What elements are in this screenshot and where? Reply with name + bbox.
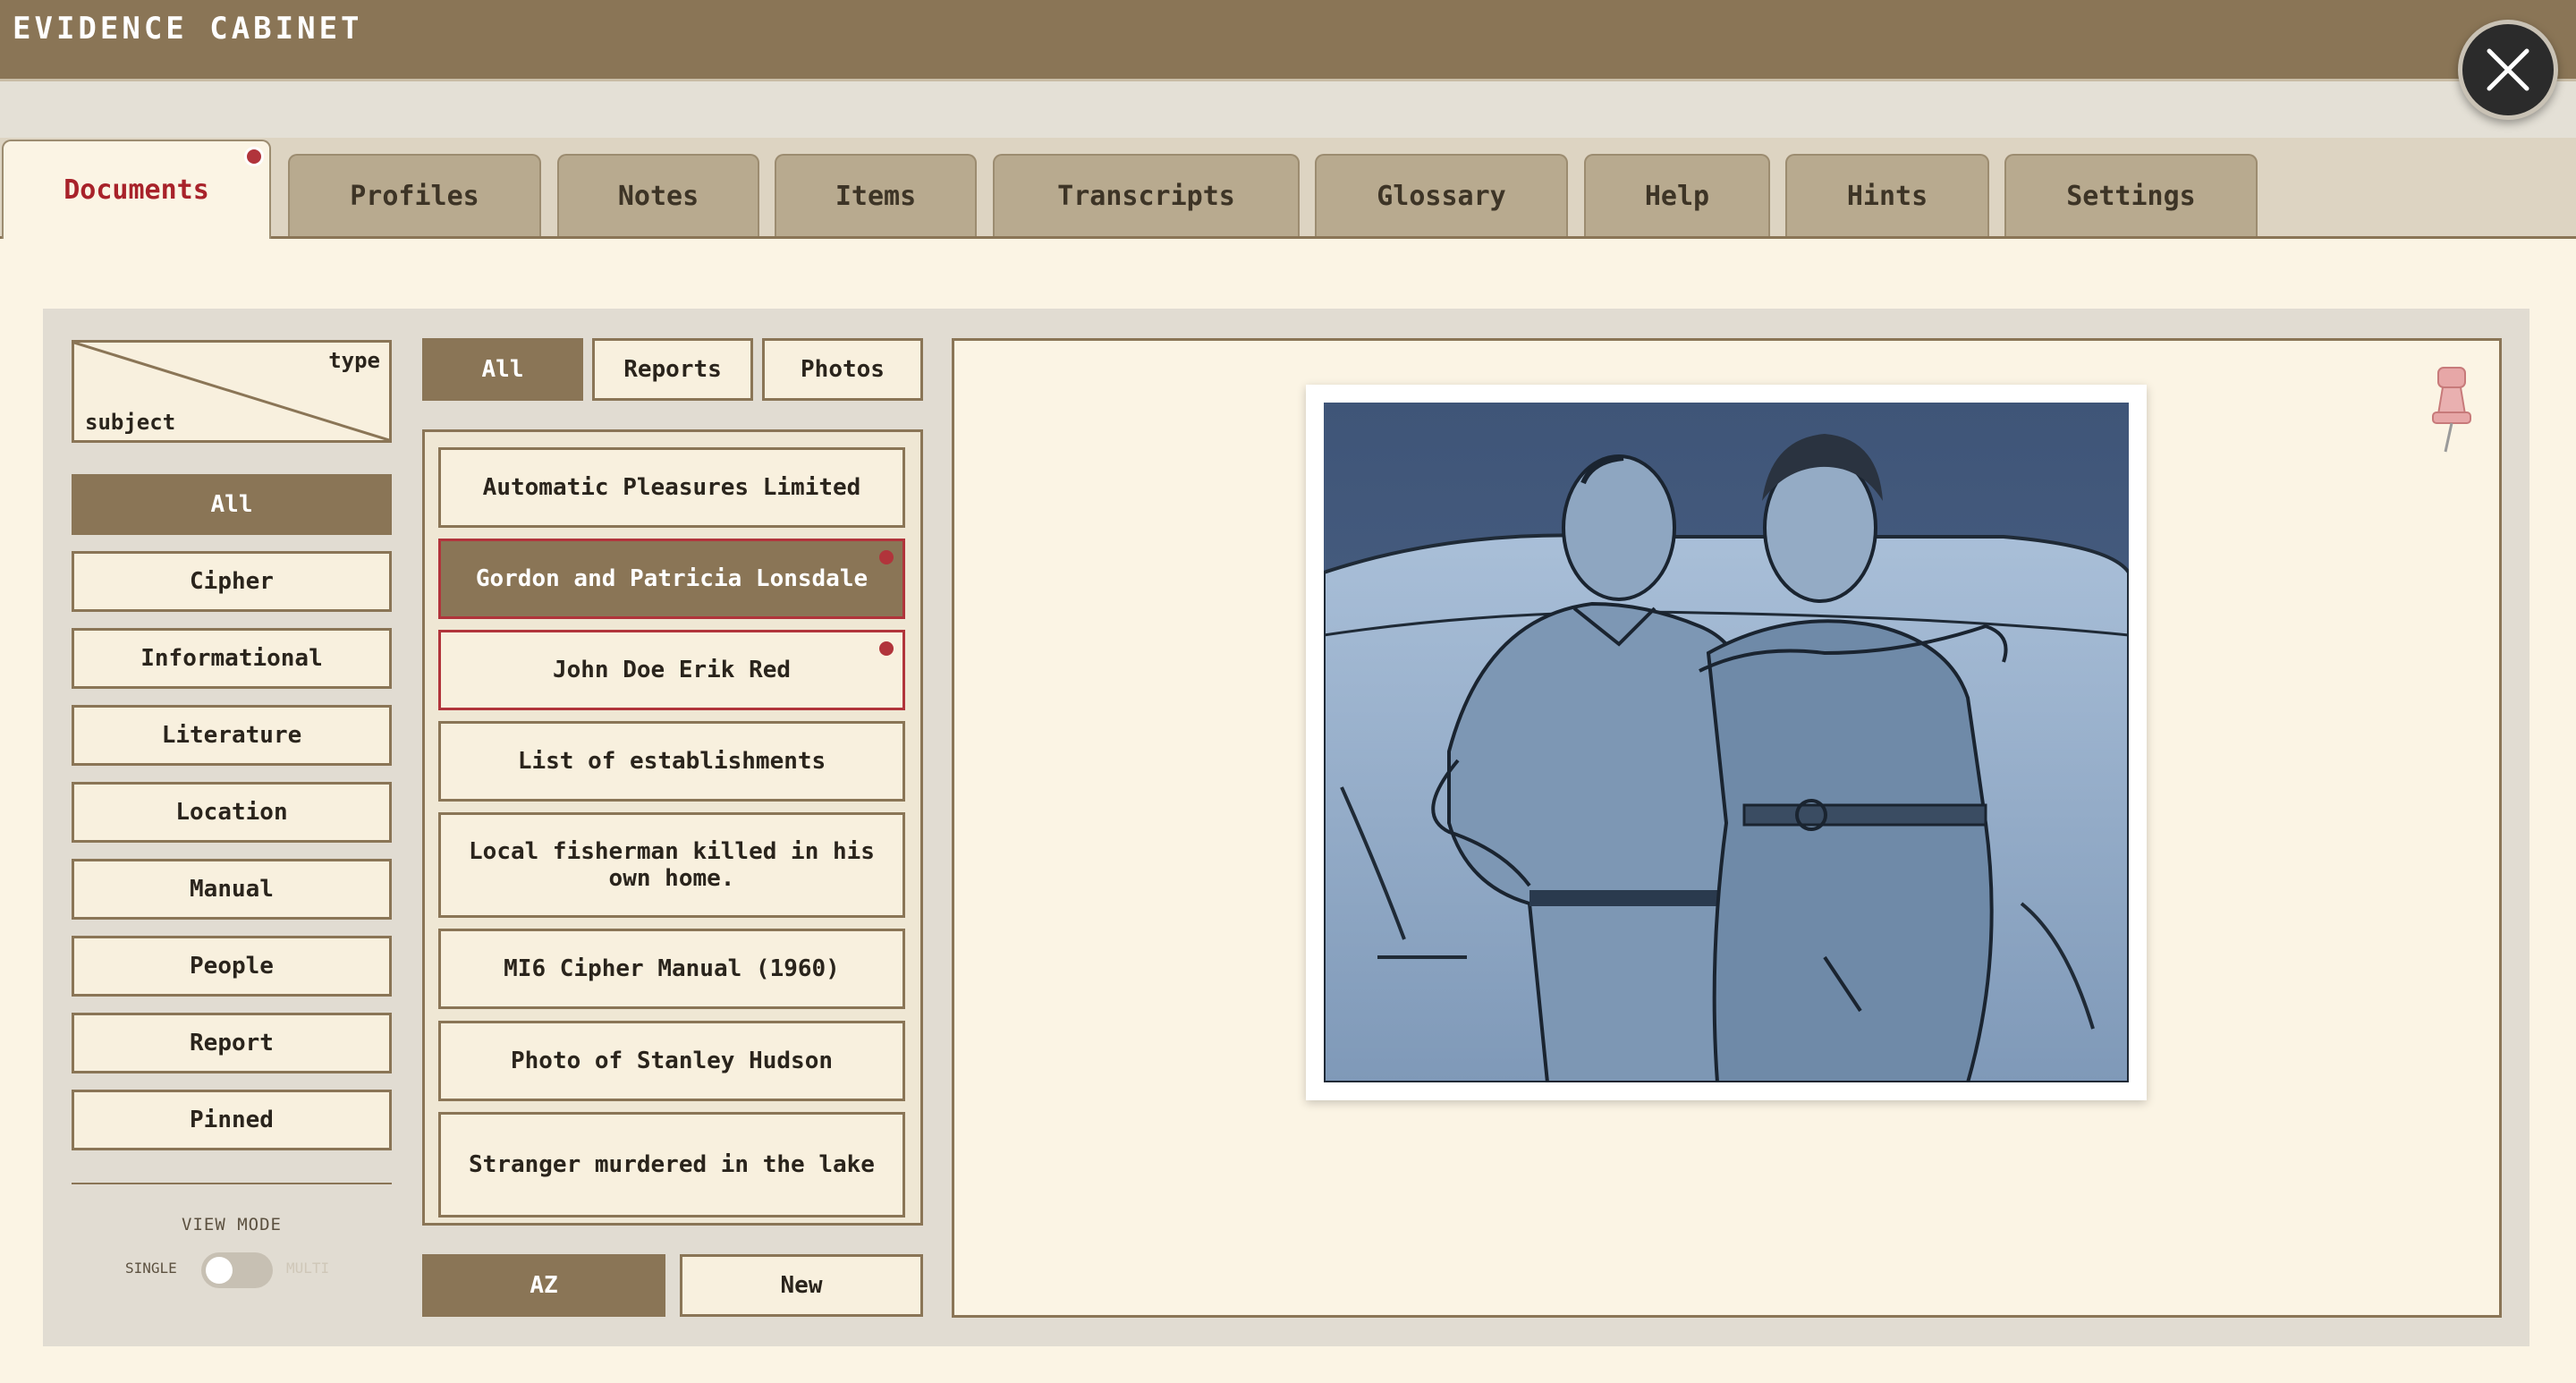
view-mode-multi-label: MULTI xyxy=(286,1260,330,1277)
document-title: Local fisherman killed in his own home. xyxy=(469,838,875,892)
tab-label: Transcripts xyxy=(1057,180,1235,212)
subject-filter-manual[interactable]: Manual xyxy=(72,859,392,920)
sort-new-button[interactable]: New xyxy=(680,1254,923,1317)
tab-hints[interactable]: Hints xyxy=(1785,154,1989,236)
tab-label: Notes xyxy=(617,180,699,212)
tab-items[interactable]: Items xyxy=(775,154,977,236)
type-filter-all[interactable]: All xyxy=(422,338,583,401)
divider xyxy=(72,1183,392,1184)
subject-filter-pinned[interactable]: Pinned xyxy=(72,1090,392,1150)
new-indicator-dot xyxy=(244,147,264,166)
tab-label: Hints xyxy=(1846,180,1928,212)
type-filter-reports[interactable]: Reports xyxy=(592,338,753,401)
tab-label: Profiles xyxy=(350,180,479,212)
document-title: List of establishments xyxy=(517,748,826,775)
document-title: John Doe Erik Red xyxy=(552,657,792,683)
document-item[interactable]: Photo of Stanley Hudson xyxy=(438,1021,905,1101)
subject-filter-cipher[interactable]: Cipher xyxy=(72,551,392,612)
document-item[interactable]: Automatic Pleasures Limited xyxy=(438,447,905,528)
app-title: EVIDENCE CABINET xyxy=(13,11,363,47)
sort-az-button[interactable]: AZ xyxy=(422,1254,665,1317)
document-title: Gordon and Patricia Lonsdale xyxy=(475,565,869,592)
document-item[interactable]: MI6 Cipher Manual (1960) xyxy=(438,929,905,1009)
tab-label: Glossary xyxy=(1377,180,1506,212)
subject-axis-label: subject xyxy=(85,410,176,435)
toggle-knob xyxy=(206,1257,233,1284)
document-item[interactable]: List of establishments xyxy=(438,721,905,802)
unread-indicator-dot xyxy=(879,550,894,564)
close-button[interactable] xyxy=(2458,20,2558,120)
tab-documents[interactable]: Documents xyxy=(2,140,271,239)
document-title: MI6 Cipher Manual (1960) xyxy=(504,955,840,982)
view-mode-toggle[interactable] xyxy=(201,1252,273,1288)
tab-settings[interactable]: Settings xyxy=(2004,154,2258,236)
pushpin-icon[interactable] xyxy=(2420,362,2483,461)
document-item[interactable]: Local fisherman killed in his own home. xyxy=(438,812,905,918)
title-bar: EVIDENCE CABINET xyxy=(0,0,2576,81)
close-icon xyxy=(2487,48,2529,91)
document-photo[interactable] xyxy=(1324,403,2129,1082)
tab-label: Help xyxy=(1644,180,1710,212)
document-item[interactable]: John Doe Erik Red xyxy=(438,630,905,710)
tab-notes[interactable]: Notes xyxy=(557,154,759,236)
unread-indicator-dot xyxy=(879,641,894,656)
tab-label: Documents xyxy=(64,174,209,206)
tab-glossary[interactable]: Glossary xyxy=(1315,154,1568,236)
document-item[interactable]: Stranger murdered in the lake xyxy=(438,1112,905,1218)
tab-label: Settings xyxy=(2066,180,2196,212)
subject-filter-report[interactable]: Report xyxy=(72,1013,392,1073)
subject-filter-informational[interactable]: Informational xyxy=(72,628,392,689)
sort-axis-header: type subject xyxy=(72,340,392,443)
tab-profiles[interactable]: Profiles xyxy=(288,154,541,236)
type-axis-label: type xyxy=(328,348,380,373)
type-filter-photos[interactable]: Photos xyxy=(762,338,923,401)
document-title: Automatic Pleasures Limited xyxy=(482,474,861,501)
subject-filter-people[interactable]: People xyxy=(72,936,392,997)
sub-bar xyxy=(0,81,2576,138)
subject-filter-literature[interactable]: Literature xyxy=(72,705,392,766)
tab-transcripts[interactable]: Transcripts xyxy=(993,154,1300,236)
view-mode-label: VIEW MODE xyxy=(182,1215,282,1235)
tab-help[interactable]: Help xyxy=(1584,154,1770,236)
couple-photo-illustration xyxy=(1324,403,2129,1082)
tab-label: Items xyxy=(835,180,917,212)
document-title: Stranger murdered in the lake xyxy=(469,1151,875,1178)
document-title: Photo of Stanley Hudson xyxy=(510,1048,834,1074)
view-mode-single-label: SINGLE xyxy=(125,1260,177,1277)
subject-filter-location[interactable]: Location xyxy=(72,782,392,843)
subject-filter-all[interactable]: All xyxy=(72,474,392,535)
document-item[interactable]: Gordon and Patricia Lonsdale xyxy=(438,539,905,619)
